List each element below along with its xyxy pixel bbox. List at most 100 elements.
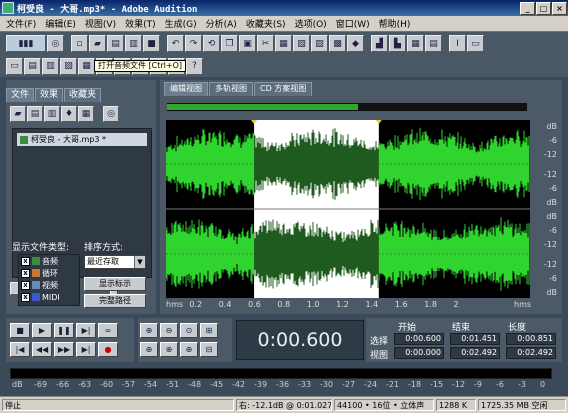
play-to-end-button[interactable]: ▶| bbox=[76, 323, 96, 338]
tab-edit-view[interactable]: 编辑视图 bbox=[164, 82, 208, 96]
close-button[interactable]: × bbox=[552, 1, 567, 15]
zoom-out-button[interactable]: ⊖ bbox=[160, 323, 178, 338]
grid-button[interactable]: ▦ bbox=[407, 35, 424, 52]
minimize-button[interactable]: _ bbox=[520, 1, 535, 15]
zoom-full-button[interactable]: ⊙ bbox=[180, 323, 198, 338]
menu-edit[interactable]: 编辑(E) bbox=[45, 17, 76, 30]
new-file-button[interactable]: ▫ bbox=[71, 35, 88, 52]
view-file-button[interactable]: ▭ bbox=[6, 57, 23, 75]
edit-view-toggle-button[interactable]: ▮▮▮ bbox=[6, 35, 46, 52]
help-button[interactable]: ? bbox=[186, 57, 203, 75]
view-cues-button[interactable]: ▤ bbox=[24, 57, 41, 75]
list-item[interactable]: 柯受良 - 大哥.mp3 * bbox=[17, 133, 147, 146]
display-button[interactable]: ▤ bbox=[425, 35, 442, 52]
filter-loop[interactable]: x 循环 bbox=[19, 267, 79, 279]
mix-paste-button[interactable]: ▨ bbox=[311, 35, 328, 52]
sort-select[interactable]: 最近存取 ▼ bbox=[84, 255, 146, 269]
go-to-start-button[interactable]: |◀ bbox=[10, 342, 30, 357]
menu-options[interactable]: 选项(O) bbox=[295, 17, 327, 30]
filter-video[interactable]: x 视频 bbox=[19, 279, 79, 291]
view-transport-button[interactable]: ▧ bbox=[60, 57, 77, 75]
zoom-right-button[interactable]: ⊕ bbox=[180, 342, 198, 357]
open-append-button[interactable]: ▤ bbox=[107, 35, 124, 52]
chevron-down-icon[interactable]: ▼ bbox=[134, 256, 145, 268]
redo-button[interactable]: ↷ bbox=[185, 35, 202, 52]
silence-button[interactable]: ◆ bbox=[347, 35, 364, 52]
zoom-vertical-in-button[interactable]: ⊞ bbox=[200, 323, 218, 338]
checkbox-loop[interactable]: x bbox=[21, 268, 30, 278]
view-end-field[interactable]: 0:02.492 bbox=[450, 347, 500, 359]
go-to-end-button[interactable]: ▶| bbox=[76, 342, 96, 357]
tab-effects[interactable]: 效果 bbox=[35, 88, 64, 102]
waveform-display[interactable] bbox=[166, 120, 530, 298]
stop-button[interactable]: ■ bbox=[10, 323, 30, 338]
menu-help[interactable]: 帮助(H) bbox=[379, 17, 411, 30]
menu-file[interactable]: 文件(F) bbox=[6, 17, 36, 30]
zoom-left-button[interactable]: ⊕ bbox=[160, 342, 178, 357]
menu-window[interactable]: 窗口(W) bbox=[336, 17, 370, 30]
selection-length-field[interactable]: 0:00.851 bbox=[506, 333, 556, 345]
undo-button[interactable]: ↶ bbox=[167, 35, 184, 52]
db-tick-label: -6 bbox=[549, 184, 557, 193]
play-button[interactable]: ▶ bbox=[32, 323, 52, 338]
cursor-tool-button[interactable]: I bbox=[449, 35, 466, 52]
panel-import-button[interactable]: ▤ bbox=[27, 106, 43, 122]
overview-visible-range[interactable] bbox=[167, 104, 358, 110]
info-icon: ▥ bbox=[46, 61, 55, 71]
zoom-selection-button[interactable]: ⊕ bbox=[140, 342, 158, 357]
zoom-vertical-out-button[interactable]: ⊟ bbox=[200, 342, 218, 357]
checkbox-video[interactable]: x bbox=[21, 280, 30, 290]
multitrack-button[interactable]: ◎ bbox=[47, 35, 64, 52]
rewind-button[interactable]: ◀◀ bbox=[32, 342, 52, 357]
copy-button[interactable]: ❐ bbox=[221, 35, 238, 52]
loop-button[interactable]: ∞ bbox=[98, 323, 118, 338]
full-path-button[interactable]: 完整路径 bbox=[84, 294, 146, 308]
waveform-overview[interactable] bbox=[166, 102, 528, 112]
pause-button[interactable]: ❚❚ bbox=[54, 323, 74, 338]
filter-midi[interactable]: x MIDI bbox=[19, 291, 79, 303]
record-button[interactable]: ● bbox=[98, 342, 118, 357]
open-icon: ▰ bbox=[14, 109, 22, 119]
view-time-button[interactable]: ▦ bbox=[78, 57, 95, 75]
view-info-button[interactable]: ▥ bbox=[42, 57, 59, 75]
fast-forward-button[interactable]: ▶▶ bbox=[54, 342, 74, 357]
tab-files[interactable]: 文件 bbox=[6, 88, 35, 102]
time-ruler[interactable]: hms 0.2 0.4 0.6 0.8 1.0 1.2 1.4 1.6 1.8 2 hms bbox=[166, 298, 531, 312]
selection-end-field[interactable]: 0:01.451 bbox=[450, 333, 500, 345]
tab-cd-view[interactable]: CD 方案视图 bbox=[254, 82, 313, 96]
tab-favorites[interactable]: 收藏夹 bbox=[64, 88, 102, 102]
save-button[interactable]: ■ bbox=[143, 35, 160, 52]
selection-start-field[interactable]: 0:00.600 bbox=[394, 333, 444, 345]
tab-multitrack-view[interactable]: 多轨视图 bbox=[209, 82, 253, 96]
cut-button[interactable]: ✂ bbox=[257, 35, 274, 52]
show-markers-button[interactable]: 显示标示 bbox=[84, 277, 146, 291]
open-file-button[interactable]: ▰ bbox=[89, 35, 106, 52]
hybrid-tool-button[interactable]: ▭ bbox=[467, 35, 484, 52]
db-tick-label: dB bbox=[546, 288, 557, 297]
filter-audio[interactable]: x 音频 bbox=[19, 255, 79, 267]
paste-button[interactable]: ▦ bbox=[275, 35, 292, 52]
view-start-field[interactable]: 0:00.000 bbox=[394, 347, 444, 359]
panel-open-button[interactable]: ▰ bbox=[10, 106, 26, 122]
panel-insert-button[interactable]: ♦ bbox=[61, 106, 77, 122]
menu-favorites[interactable]: 收藏夹(S) bbox=[246, 17, 286, 30]
panel-close-button[interactable]: ▥ bbox=[44, 106, 60, 122]
checkbox-audio[interactable]: x bbox=[21, 256, 30, 266]
paste-new-button[interactable]: ▧ bbox=[293, 35, 310, 52]
panel-cd-button[interactable]: ◎ bbox=[103, 106, 119, 122]
spectral-view-button[interactable]: ▟ bbox=[371, 35, 388, 52]
maximize-button[interactable]: □ bbox=[536, 1, 551, 15]
trim-button[interactable]: ▩ bbox=[329, 35, 346, 52]
menu-view[interactable]: 视图(V) bbox=[85, 17, 116, 30]
menu-generate[interactable]: 生成(G) bbox=[165, 17, 197, 30]
copy-new-button[interactable]: ▣ bbox=[239, 35, 256, 52]
menu-analyze[interactable]: 分析(A) bbox=[206, 17, 237, 30]
view-length-field[interactable]: 0:02.492 bbox=[506, 347, 556, 359]
menu-effects[interactable]: 效果(T) bbox=[125, 17, 156, 30]
close-file-button[interactable]: ▥ bbox=[125, 35, 142, 52]
frequency-button[interactable]: ▙ bbox=[389, 35, 406, 52]
checkbox-midi[interactable]: x bbox=[21, 292, 30, 302]
repeat-button[interactable]: ⟲ bbox=[203, 35, 220, 52]
zoom-in-button[interactable]: ⊕ bbox=[140, 323, 158, 338]
panel-edit-button[interactable]: ▦ bbox=[78, 106, 94, 122]
